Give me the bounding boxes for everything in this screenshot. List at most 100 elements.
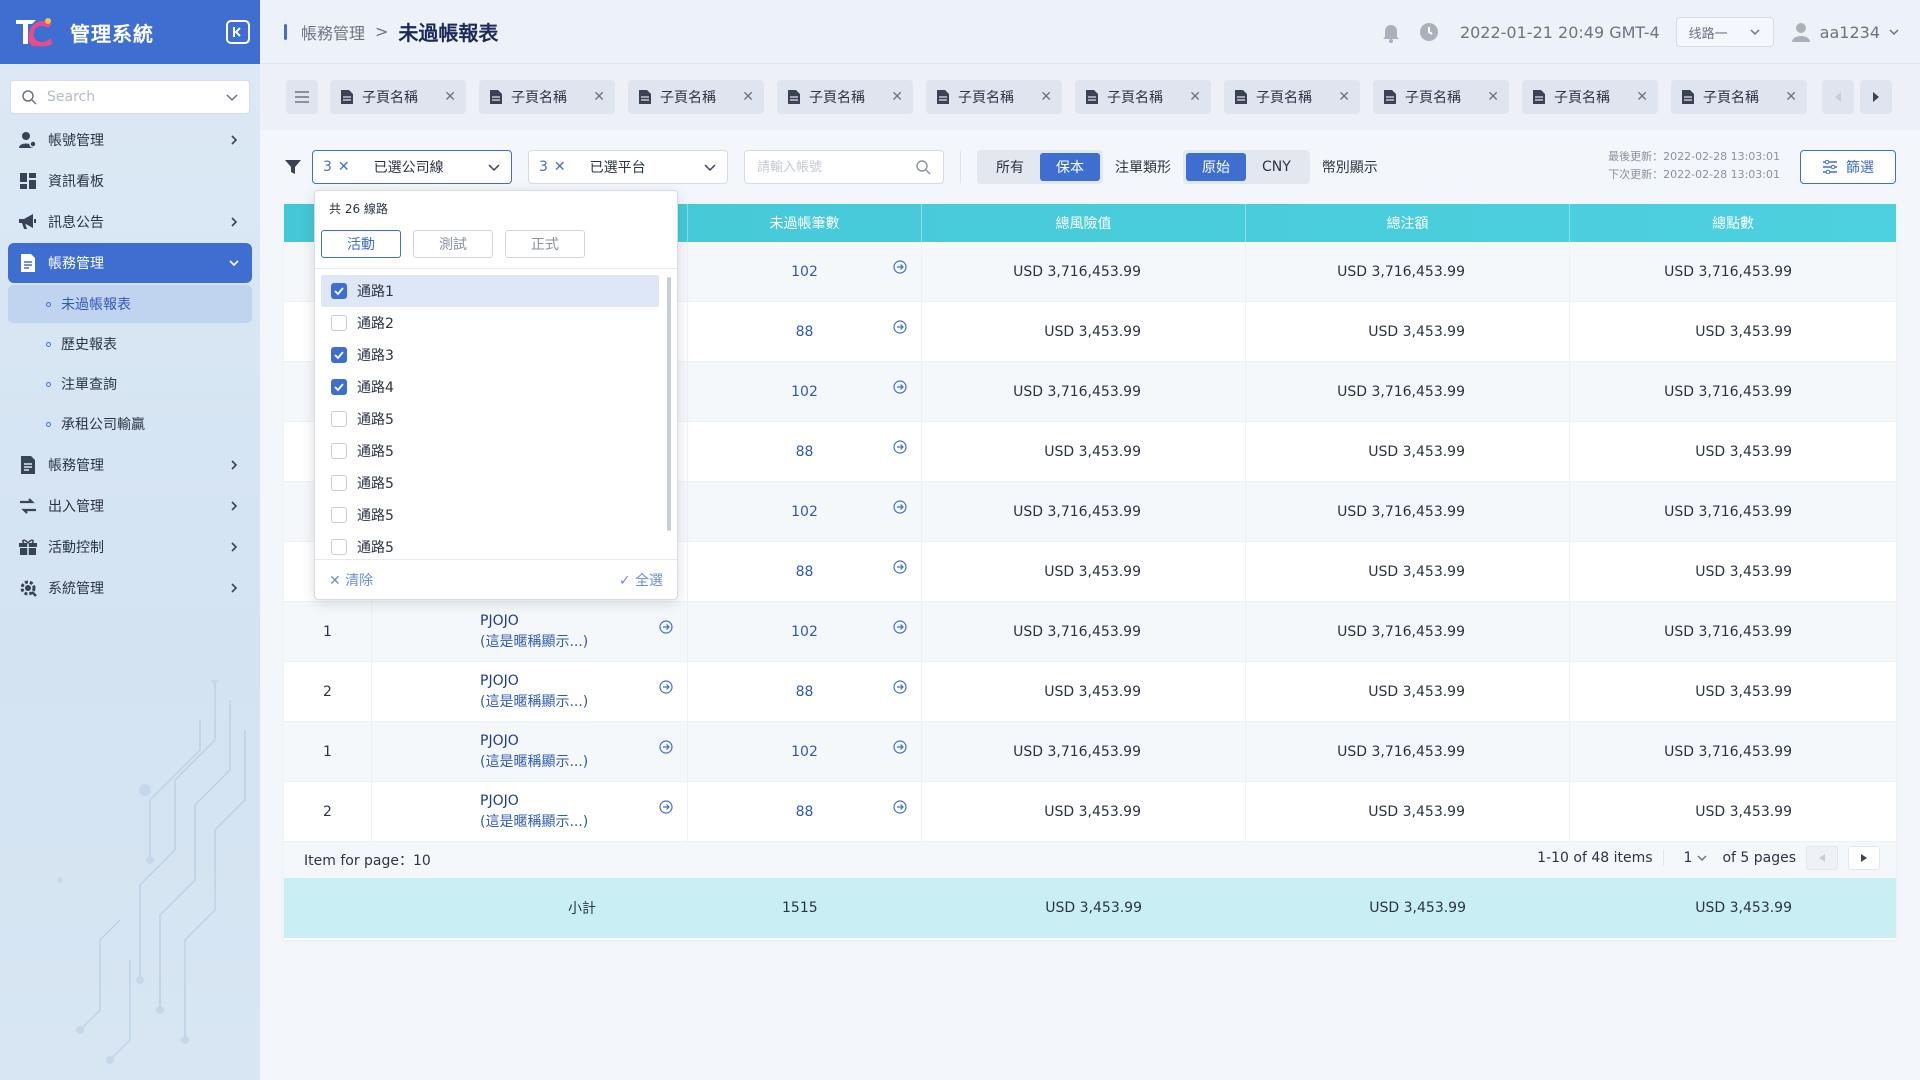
count-value[interactable]: 88 [796, 684, 814, 700]
sidebar-item-dashboard[interactable]: 資訊看板 [8, 161, 252, 201]
detail-link-icon[interactable] [893, 260, 907, 274]
sidebar-subitem-lessee-winloss[interactable]: 承租公司輸贏 [8, 405, 252, 443]
account-input[interactable] [757, 159, 915, 175]
sidebar-subitem-unposted-report[interactable]: 未過帳報表 [8, 285, 252, 323]
tab-subpage[interactable]: 子頁名稱 ✕ [628, 80, 764, 114]
checkbox[interactable] [331, 283, 347, 299]
checkbox[interactable] [331, 379, 347, 395]
close-icon[interactable]: ✕ [554, 159, 566, 175]
channel-option[interactable]: 通路4 [321, 371, 659, 403]
channel-option[interactable]: 通路5 [321, 499, 659, 531]
collapse-sidebar-button[interactable] [226, 20, 250, 44]
tab-subpage[interactable]: 子頁名稱 ✕ [777, 80, 913, 114]
count-value[interactable]: 102 [791, 384, 818, 400]
checkbox[interactable] [331, 539, 347, 555]
detail-link-icon[interactable] [893, 680, 907, 694]
sidebar-subitem-bet-query[interactable]: 注單查詢 [8, 365, 252, 403]
sidebar-item-system[interactable]: 系統管理 [8, 568, 252, 608]
count-value[interactable]: 102 [791, 504, 818, 520]
account-name[interactable]: PJOJO [480, 733, 519, 749]
column-header-total-bet[interactable]: 總注額 [1246, 204, 1570, 242]
close-icon[interactable]: ✕ [1636, 89, 1648, 105]
clear-button[interactable]: ✕ 清除 [329, 570, 373, 590]
account-name[interactable]: PJOJO [480, 673, 519, 689]
bet-type-guaranteed[interactable]: 保本 [1040, 153, 1100, 181]
channel-option[interactable]: 通路5 [321, 531, 659, 559]
detail-link-icon[interactable] [893, 800, 907, 814]
chip-production[interactable]: 正式 [505, 229, 585, 258]
column-header-unposted-count[interactable]: 未過帳筆數 [688, 204, 922, 242]
dropdown-scrollbar[interactable] [667, 277, 671, 531]
sidebar-subitem-history-report[interactable]: 歷史報表 [8, 325, 252, 363]
count-value[interactable]: 102 [791, 744, 818, 760]
count-value[interactable]: 88 [796, 444, 814, 460]
tab-subpage[interactable]: 子頁名稱 ✕ [1224, 80, 1360, 114]
detail-link-icon[interactable] [893, 740, 907, 754]
chip-activity[interactable]: 活動 [321, 229, 401, 258]
sidebar-item-announcement[interactable]: 訊息公告 [8, 202, 252, 242]
tab-prev-button[interactable] [1822, 80, 1854, 114]
breadcrumb-parent[interactable]: 帳務管理 [301, 20, 365, 44]
next-page-button[interactable] [1848, 846, 1880, 870]
filter-button[interactable]: 篩選 [1800, 150, 1896, 184]
user-menu[interactable]: aa1234 [1790, 21, 1900, 43]
page-select[interactable]: 1 [1662, 850, 1713, 866]
count-value[interactable]: 102 [791, 264, 818, 280]
close-icon[interactable]: ✕ [742, 89, 754, 105]
detail-link-icon[interactable] [659, 680, 673, 694]
detail-link-icon[interactable] [893, 380, 907, 394]
account-search[interactable] [744, 150, 944, 184]
sidebar-item-accounting[interactable]: 帳務管理 [8, 243, 252, 283]
tab-subpage[interactable]: 子頁名稱 ✕ [1373, 80, 1509, 114]
count-value[interactable]: 102 [791, 624, 818, 640]
tab-next-button[interactable] [1860, 80, 1892, 114]
platform-select[interactable]: 3 ✕ 已選平台 [528, 150, 728, 184]
column-header-total-points[interactable]: 總點數 [1570, 204, 1896, 242]
bell-icon[interactable] [1380, 21, 1402, 43]
detail-link-icon[interactable] [893, 620, 907, 634]
tab-subpage[interactable]: 子頁名稱 ✕ [1075, 80, 1211, 114]
tab-subpage[interactable]: 子頁名稱 ✕ [1522, 80, 1658, 114]
detail-link-icon[interactable] [893, 320, 907, 334]
sidebar-item-access[interactable]: 出入管理 [8, 486, 252, 526]
detail-link-icon[interactable] [659, 800, 673, 814]
checkbox[interactable] [331, 507, 347, 523]
close-icon[interactable]: ✕ [891, 89, 903, 105]
close-icon[interactable]: ✕ [1487, 89, 1499, 105]
items-per-page[interactable]: Item for page：10 [304, 850, 431, 870]
count-value[interactable]: 88 [796, 564, 814, 580]
checkbox[interactable] [331, 347, 347, 363]
close-icon[interactable]: ✕ [1785, 89, 1797, 105]
clock-icon[interactable] [1418, 21, 1440, 43]
chip-test[interactable]: 測試 [413, 229, 493, 258]
sidebar-item-accounting-2[interactable]: 帳務管理 [8, 445, 252, 485]
close-icon[interactable]: ✕ [1189, 89, 1201, 105]
detail-link-icon[interactable] [893, 560, 907, 574]
bet-type-all[interactable]: 所有 [980, 153, 1040, 181]
close-icon[interactable]: ✕ [444, 89, 456, 105]
sidebar-item-account[interactable]: 帳號管理 [8, 120, 252, 160]
select-all-button[interactable]: ✓ 全選 [619, 570, 663, 590]
channel-option[interactable]: 通路2 [321, 307, 659, 339]
sidebar-search[interactable]: Search [10, 80, 250, 114]
account-name[interactable]: PJOJO [480, 793, 519, 809]
currency-original[interactable]: 原始 [1186, 153, 1246, 181]
close-icon[interactable]: ✕ [1040, 89, 1052, 105]
detail-link-icon[interactable] [893, 500, 907, 514]
account-name[interactable]: PJOJO [480, 613, 519, 629]
channel-option[interactable]: 通路5 [321, 435, 659, 467]
detail-link-icon[interactable] [659, 740, 673, 754]
search-icon[interactable] [915, 159, 931, 175]
column-header-total-risk[interactable]: 總風險值 [922, 204, 1246, 242]
tab-subpage[interactable]: 子頁名稱 ✕ [330, 80, 466, 114]
detail-link-icon[interactable] [893, 440, 907, 454]
company-line-select[interactable]: 3 ✕ 已選公司線 [312, 150, 512, 184]
close-icon[interactable]: ✕ [1338, 89, 1350, 105]
prev-page-button[interactable] [1806, 846, 1838, 870]
checkbox[interactable] [331, 443, 347, 459]
tab-subpage[interactable]: 子頁名稱 ✕ [1671, 80, 1807, 114]
tab-list-button[interactable] [286, 80, 318, 114]
channel-option[interactable]: 通路5 [321, 403, 659, 435]
currency-cny[interactable]: CNY [1246, 153, 1307, 181]
tab-subpage[interactable]: 子頁名稱 ✕ [479, 80, 615, 114]
